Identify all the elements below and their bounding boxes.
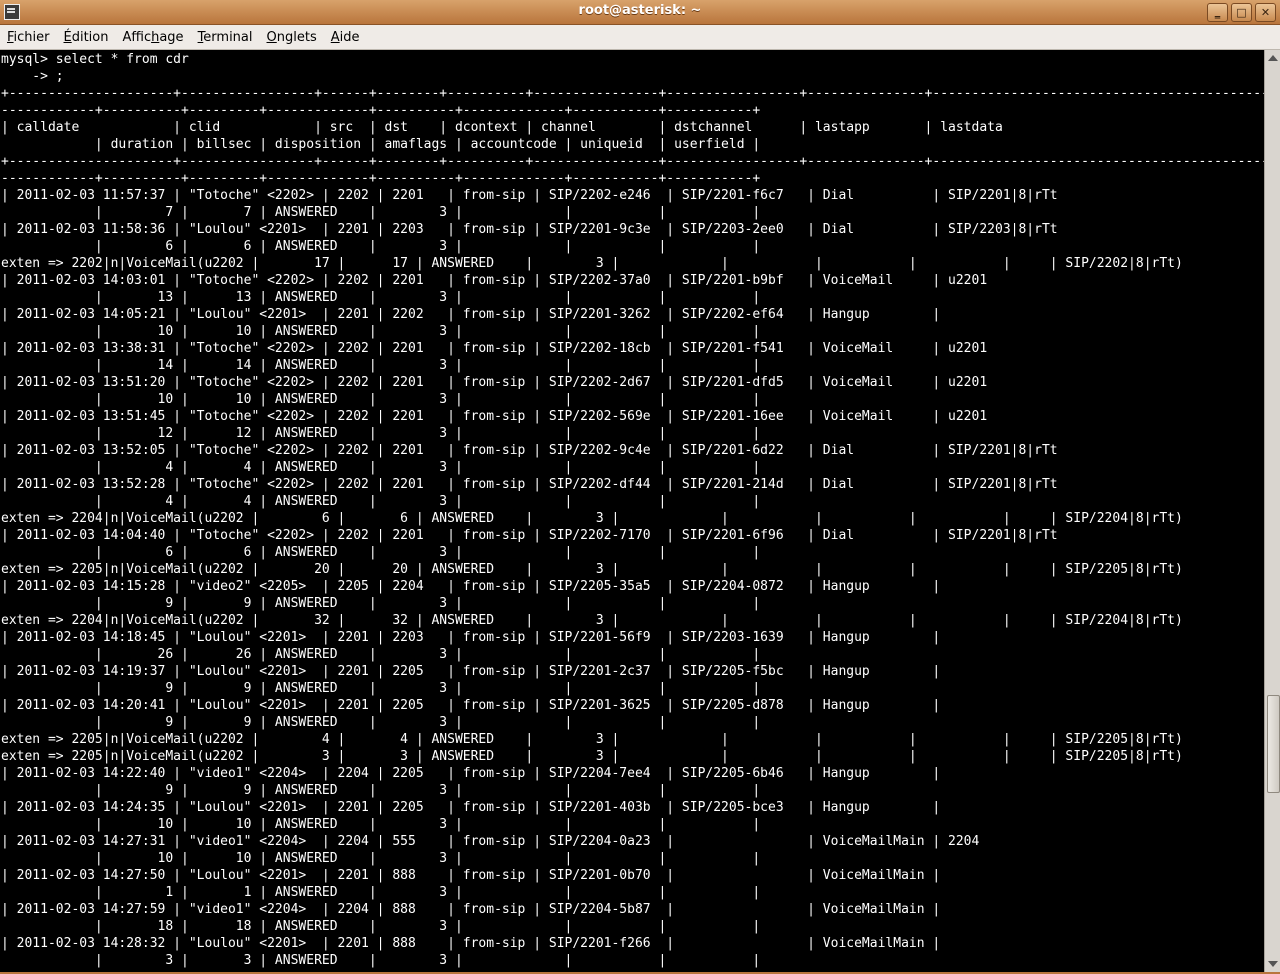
terminal-line: | 6 | 6 | ANSWERED | 3 | | | | [1,545,761,560]
terminal-output[interactable]: mysql> select * from cdr -> ; +----------… [0,50,1264,972]
terminal-line: | 2011-02-03 14:04:40 | "Totoche" <2202>… [1,528,1058,543]
terminal-line: exten => 2202|n|VoiceMail(u2202 | 17 | 1… [1,256,1183,271]
terminal-line: | 9 | 9 | ANSWERED | 3 | | | | [1,715,761,730]
maximize-icon: □ [1236,6,1247,19]
terminal-line: | 2011-02-03 14:28:32 | "Loulou" <2201> … [1,936,941,951]
terminal-line: +---------------------+-----------------… [1,86,1264,101]
minimize-icon: ‗ [1214,6,1221,19]
close-button[interactable]: ✕ [1255,3,1276,22]
terminal-line: | 4 | 4 | ANSWERED | 3 | | | | [1,494,761,509]
menu-label: ide [339,29,360,45]
title-bar[interactable]: root@asterisk: ~ ‗ □ ✕ [0,0,1280,25]
terminal-line: ------------+----------+---------+------… [1,103,761,118]
terminal-line: -> ; [1,69,64,84]
menu-edition[interactable]: Édition [57,30,116,45]
terminal-line: | 7 | 7 | ANSWERED | 3 | | | | [1,205,761,220]
menu-label: nglets [276,29,317,45]
menu-bar: Fichier Édition Affichage Terminal Ongle… [0,25,1280,50]
terminal-line: | 10 | 10 | ANSWERED | 3 | | | | [1,851,761,866]
terminal-line: | 26 | 26 | ANSWERED | 3 | | | | [1,647,761,662]
terminal-line: | 4 | 4 | ANSWERED | 3 | | | | [1,460,761,475]
terminal-line: | 2011-02-03 13:52:28 | "Totoche" <2202>… [1,477,1058,492]
terminal-line: | 18 | 18 | ANSWERED | 3 | | | | [1,919,761,934]
menu-label: erminal [203,29,253,45]
menu-fichier[interactable]: Fichier [0,30,57,45]
terminal-line: | 14 | 14 | ANSWERED | 3 | | | | [1,358,761,373]
menu-label: ichier [13,29,50,45]
terminal-line: | 2011-02-03 13:52:05 | "Totoche" <2202>… [1,443,1058,458]
terminal-line: | calldate | clid | src | dst | dcontext… [1,120,1003,135]
maximize-button[interactable]: □ [1231,3,1252,22]
terminal-line: | 2011-02-03 14:18:45 | "Loulou" <2201> … [1,630,941,645]
terminal-text[interactable]: mysql> select * from cdr -> ; +----------… [0,50,1264,969]
menu-affichage[interactable]: Affichage [115,30,190,45]
terminal-line: | 9 | 9 | ANSWERED | 3 | | | | [1,681,761,696]
menu-aide[interactable]: Aide [324,30,367,45]
terminal-line: | 2011-02-03 11:57:37 | "Totoche" <2202>… [1,188,1058,203]
close-icon: ✕ [1260,6,1271,19]
terminal-line: | 13 | 13 | ANSWERED | 3 | | | | [1,290,761,305]
scrollbar-thumb[interactable] [1267,695,1280,793]
terminal-line: | 3 | 3 | ANSWERED | 3 | | | | [1,953,761,968]
terminal-line: | 10 | 10 | ANSWERED | 3 | | | | [1,817,761,832]
terminal-line: | 2011-02-03 14:05:21 | "Loulou" <2201> … [1,307,941,322]
terminal-line: | 2011-02-03 14:27:31 | "video1" <2204> … [1,834,980,849]
terminal-line: +---------------------+-----------------… [1,154,1264,169]
menu-label: age [159,29,184,45]
terminal-line: | duration | billsec | disposition | ama… [1,137,761,152]
minimize-button[interactable]: ‗ [1207,3,1228,22]
menu-mnemonic: É [63,29,72,45]
terminal-line: exten => 2205|n|VoiceMail(u2202 | 20 | 2… [1,562,1183,577]
terminal-line: | 6 | 6 | ANSWERED | 3 | | | | [1,239,761,254]
terminal-line: ------------+----------+---------+------… [1,171,761,186]
terminal-line: | 2011-02-03 14:03:01 | "Totoche" <2202>… [1,273,988,288]
terminal-line: | 9 | 9 | ANSWERED | 3 | | | | [1,783,761,798]
menu-onglets[interactable]: Onglets [260,30,324,45]
terminal-line: | 10 | 10 | ANSWERED | 3 | | | | [1,392,761,407]
terminal-line: | 2011-02-03 14:27:50 | "Loulou" <2201> … [1,868,941,883]
terminal-line: exten => 2205|n|VoiceMail(u2202 | 3 | 3 … [1,749,1183,764]
vertical-scrollbar[interactable] [1264,50,1280,972]
terminal-line: | 12 | 12 | ANSWERED | 3 | | | | [1,426,761,441]
terminal-line: exten => 2205|n|VoiceMail(u2202 | 4 | 4 … [1,732,1183,747]
menu-mnemonic: O [266,29,277,45]
terminal-line: mysql> select * from cdr [1,52,189,67]
menu-mnemonic: A [330,29,340,45]
window-title: root@asterisk: ~ [578,3,702,18]
terminal-line: | 2011-02-03 13:38:31 | "Totoche" <2202>… [1,341,988,356]
terminal-line: | 2011-02-03 14:20:41 | "Loulou" <2201> … [1,698,941,713]
scroll-up-icon[interactable] [1268,55,1278,61]
menu-terminal[interactable]: Terminal [191,30,260,45]
terminal-line: | 2011-02-03 14:27:59 | "video1" <2204> … [1,902,941,917]
terminal-line: | 2011-02-03 14:15:28 | "video2" <2205> … [1,579,941,594]
menu-label: Affic [122,29,152,45]
terminal-line: exten => 2204|n|VoiceMail(u2202 | 6 | 6 … [1,511,1183,526]
terminal-line: exten => 2204|n|VoiceMail(u2202 | 32 | 3… [1,613,1183,628]
terminal-line: | 2011-02-03 11:58:36 | "Loulou" <2201> … [1,222,1058,237]
terminal-line: | 2011-02-03 14:19:37 | "Loulou" <2201> … [1,664,941,679]
terminal-line: | 1 | 1 | ANSWERED | 3 | | | | [1,885,761,900]
menu-label: dition [71,29,109,45]
terminal-line: | 2011-02-03 13:51:45 | "Totoche" <2202>… [1,409,988,424]
terminal-line: | 10 | 10 | ANSWERED | 3 | | | | [1,324,761,339]
terminal-line: | 9 | 9 | ANSWERED | 3 | | | | [1,596,761,611]
terminal-line: | 2011-02-03 14:24:35 | "Loulou" <2201> … [1,800,941,815]
scroll-down-icon[interactable] [1268,961,1278,967]
terminal-line: | 2011-02-03 13:51:20 | "Totoche" <2202>… [1,375,988,390]
window-controls: ‗ □ ✕ [1207,3,1276,22]
terminal-line: | 2011-02-03 14:22:40 | "video1" <2204> … [1,766,941,781]
